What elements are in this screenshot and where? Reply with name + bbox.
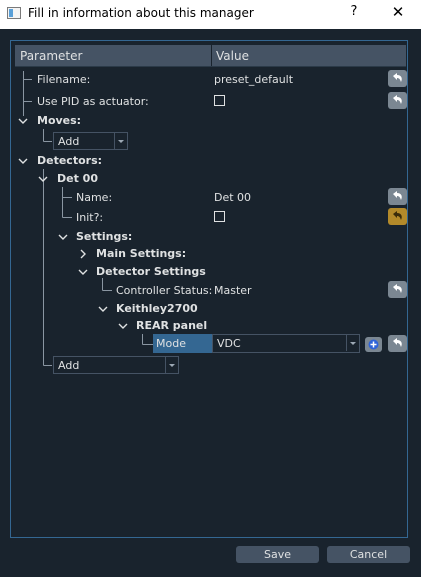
det00-label: Det 00 bbox=[57, 172, 98, 185]
undo-icon bbox=[393, 95, 402, 104]
settings-expand-toggle[interactable] bbox=[58, 232, 68, 242]
det00-name-reset-button[interactable] bbox=[388, 188, 407, 205]
undo-icon bbox=[393, 284, 402, 293]
det00-name-value[interactable]: Det 00 bbox=[214, 191, 251, 204]
detectors-label: Detectors: bbox=[37, 154, 103, 167]
settings-label: Settings: bbox=[76, 230, 133, 243]
undo-icon bbox=[393, 338, 402, 347]
det00-name-label: Name: bbox=[76, 191, 113, 204]
mode-value: VDC bbox=[217, 337, 241, 350]
chevron-right-icon bbox=[80, 249, 86, 259]
use-pid-reset-button[interactable] bbox=[388, 92, 407, 109]
filename-reset-button[interactable] bbox=[388, 70, 407, 87]
chevron-down-icon bbox=[18, 158, 28, 164]
close-button[interactable]: ✕ bbox=[386, 3, 410, 25]
moves-label: Moves: bbox=[37, 114, 82, 127]
mode-add-button[interactable] bbox=[365, 337, 382, 352]
detectors-add-text: Add bbox=[58, 359, 80, 372]
undo-icon bbox=[393, 211, 402, 220]
undo-icon bbox=[393, 73, 402, 82]
main-settings-label: Main Settings: bbox=[96, 247, 187, 260]
controller-status-value[interactable]: Master bbox=[214, 284, 252, 297]
window-title: Fill in information about this manager bbox=[28, 6, 254, 20]
det00-init-reset-button[interactable] bbox=[388, 208, 407, 225]
plus-icon bbox=[368, 339, 379, 350]
detector-settings-label: Detector Settings bbox=[96, 265, 206, 278]
rear-panel-label: REAR panel bbox=[136, 319, 208, 332]
chevron-down-icon bbox=[118, 323, 128, 329]
parameter-tree[interactable]: Parameter Value Filename: preset_default… bbox=[10, 40, 408, 538]
controller-status-label: Controller Status: bbox=[116, 284, 213, 297]
undo-icon bbox=[393, 191, 402, 200]
det00-expand-toggle[interactable] bbox=[38, 174, 48, 184]
keithley-expand-toggle[interactable] bbox=[98, 304, 108, 314]
controller-status-reset-button[interactable] bbox=[388, 281, 407, 298]
chevron-down-icon bbox=[38, 176, 48, 182]
use-pid-label: Use PID as actuator: bbox=[37, 95, 149, 108]
mode-reset-button[interactable] bbox=[388, 335, 407, 352]
det00-init-label: Init?: bbox=[76, 211, 104, 224]
help-button[interactable]: ? bbox=[342, 4, 366, 24]
moves-add-combo[interactable]: Add bbox=[53, 132, 128, 150]
chevron-down-icon[interactable] bbox=[165, 357, 178, 373]
chevron-down-icon bbox=[18, 118, 28, 124]
main-settings-expand-toggle[interactable] bbox=[78, 249, 88, 259]
cancel-button[interactable]: Cancel bbox=[327, 546, 410, 563]
moves-add-text: Add bbox=[58, 135, 80, 148]
detector-settings-expand-toggle[interactable] bbox=[78, 267, 88, 277]
use-pid-checkbox[interactable] bbox=[214, 95, 225, 106]
keithley-label: Keithley2700 bbox=[116, 302, 198, 315]
chevron-down-icon[interactable] bbox=[114, 133, 127, 149]
filename-label: Filename: bbox=[37, 73, 91, 86]
chevron-down-icon bbox=[98, 306, 108, 312]
rear-panel-expand-toggle[interactable] bbox=[118, 321, 128, 331]
filename-value[interactable]: preset_default bbox=[214, 73, 293, 86]
chevron-down-icon[interactable] bbox=[346, 335, 359, 351]
mode-label: Mode bbox=[156, 337, 186, 350]
chevron-down-icon bbox=[58, 234, 68, 240]
mode-row-selection[interactable]: Mode bbox=[153, 334, 212, 353]
chevron-down-icon bbox=[78, 269, 88, 275]
det00-init-checkbox[interactable] bbox=[214, 211, 225, 222]
title-bar: Fill in information about this manager ?… bbox=[0, 0, 421, 29]
window-icon bbox=[7, 7, 21, 19]
detectors-add-combo[interactable]: Add bbox=[53, 356, 179, 374]
moves-expand-toggle[interactable] bbox=[18, 116, 28, 126]
detectors-expand-toggle[interactable] bbox=[18, 156, 28, 166]
mode-combo[interactable]: VDC bbox=[212, 334, 360, 353]
save-button[interactable]: Save bbox=[236, 546, 319, 563]
